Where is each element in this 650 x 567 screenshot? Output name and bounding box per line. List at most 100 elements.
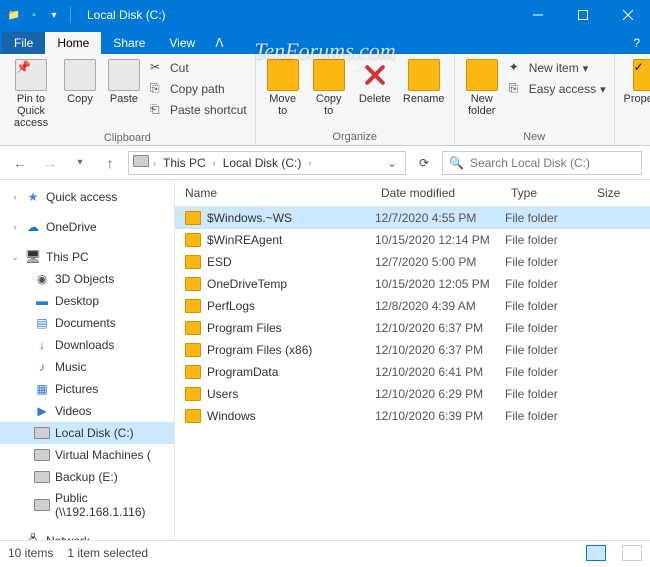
desktop-icon bbox=[34, 293, 50, 309]
forward-button[interactable]: → bbox=[38, 151, 62, 175]
file-row[interactable]: Windows12/10/2020 6:39 PMFile folder bbox=[175, 405, 650, 427]
ribbon-collapse-button[interactable]: ᐱ bbox=[207, 32, 231, 54]
easy-access-button[interactable]: ⎘Easy access ▾ bbox=[507, 80, 608, 98]
nav-3d-objects[interactable]: 3D Objects bbox=[0, 268, 174, 290]
move-to-button[interactable]: Move to bbox=[262, 57, 304, 119]
column-name[interactable]: Name bbox=[185, 186, 381, 200]
file-date: 12/10/2020 6:37 PM bbox=[375, 343, 505, 357]
column-type[interactable]: Type bbox=[511, 186, 597, 200]
nav-network[interactable]: ›Network bbox=[0, 530, 174, 540]
view-details-button[interactable] bbox=[586, 545, 606, 561]
nav-label: Backup (E:) bbox=[55, 470, 118, 484]
rename-button[interactable]: Rename bbox=[400, 57, 448, 107]
address-bar[interactable]: › This PC › Local Disk (C:) › ⌄ bbox=[128, 151, 406, 175]
nav-label: Quick access bbox=[46, 190, 117, 204]
status-item-count: 10 items bbox=[8, 546, 53, 560]
file-row[interactable]: ProgramData12/10/2020 6:41 PMFile folder bbox=[175, 361, 650, 383]
new-item-icon: ✦ bbox=[509, 60, 525, 76]
cloud-icon bbox=[25, 219, 41, 235]
chevron-icon[interactable]: › bbox=[211, 158, 218, 168]
pin-quick-access-button[interactable]: 📌 Pin to Quick access bbox=[6, 57, 56, 131]
nav-local-disk[interactable]: Local Disk (C:) bbox=[0, 422, 174, 444]
tab-share[interactable]: Share bbox=[101, 32, 157, 54]
copy-button[interactable]: Copy bbox=[60, 57, 100, 107]
move-to-icon bbox=[267, 59, 299, 91]
file-name: ESD bbox=[207, 255, 232, 269]
file-row[interactable]: $WinREAgent10/15/2020 12:14 PMFile folde… bbox=[175, 229, 650, 251]
nav-videos[interactable]: Videos bbox=[0, 400, 174, 422]
column-headers: Name Date modified Type Size bbox=[175, 180, 650, 207]
column-size[interactable]: Size bbox=[597, 186, 650, 200]
nav-public-share[interactable]: Public (\\192.168.1.116) bbox=[0, 488, 174, 522]
address-bar-row: ← → ▾ ↑ › This PC › Local Disk (C:) › ⌄ … bbox=[0, 146, 650, 180]
file-row[interactable]: ESD12/7/2020 5:00 PMFile folder bbox=[175, 251, 650, 273]
view-large-icons-button[interactable] bbox=[622, 545, 642, 561]
breadcrumb-local-disk[interactable]: Local Disk (C:) bbox=[220, 156, 305, 170]
address-dropdown[interactable]: ⌄ bbox=[383, 156, 401, 170]
nav-label: Documents bbox=[55, 316, 116, 330]
properties-button[interactable]: ✓ Properties bbox=[621, 57, 650, 107]
folder-icon bbox=[185, 211, 201, 225]
up-button[interactable]: ↑ bbox=[98, 151, 122, 175]
copy-path-icon: ⎘ bbox=[150, 81, 166, 97]
recent-dropdown[interactable]: ▾ bbox=[68, 151, 92, 175]
nav-downloads[interactable]: Downloads bbox=[0, 334, 174, 356]
nav-quick-access[interactable]: ›Quick access bbox=[0, 186, 174, 208]
tab-view[interactable]: View bbox=[157, 32, 207, 54]
nav-documents[interactable]: Documents bbox=[0, 312, 174, 334]
copy-to-button[interactable]: Copy to bbox=[308, 57, 350, 119]
file-date: 10/15/2020 12:14 PM bbox=[375, 233, 505, 247]
documents-icon bbox=[34, 315, 50, 331]
nav-this-pc[interactable]: ⌄This PC bbox=[0, 246, 174, 268]
minimize-button[interactable] bbox=[515, 0, 560, 30]
maximize-button[interactable] bbox=[560, 0, 605, 30]
paste-shortcut-button[interactable]: ⎗Paste shortcut bbox=[148, 101, 249, 119]
nav-label: Local Disk (C:) bbox=[55, 426, 134, 440]
copy-path-button[interactable]: ⎘Copy path bbox=[148, 80, 249, 98]
new-folder-button[interactable]: New folder bbox=[461, 57, 503, 119]
file-type: File folder bbox=[505, 387, 591, 401]
nav-music[interactable]: Music bbox=[0, 356, 174, 378]
nav-desktop[interactable]: Desktop bbox=[0, 290, 174, 312]
new-item-button[interactable]: ✦New item ▾ bbox=[507, 59, 608, 77]
file-type: File folder bbox=[505, 321, 591, 335]
nav-label: Public (\\192.168.1.116) bbox=[55, 491, 168, 519]
move-to-label: Move to bbox=[269, 93, 296, 117]
file-row[interactable]: OneDriveTemp10/15/2020 12:05 PMFile fold… bbox=[175, 273, 650, 295]
easy-access-label: Easy access bbox=[529, 82, 596, 96]
file-row[interactable]: $Windows.~WS12/7/2020 4:55 PMFile folder bbox=[175, 207, 650, 229]
nav-onedrive[interactable]: ›OneDrive bbox=[0, 216, 174, 238]
qat-save-icon[interactable]: ▫ bbox=[26, 7, 42, 23]
tab-file[interactable]: File bbox=[2, 32, 45, 54]
file-row[interactable]: Program Files (x86)12/10/2020 6:37 PMFil… bbox=[175, 339, 650, 361]
chevron-icon[interactable]: › bbox=[306, 158, 313, 168]
ribbon-group-open: ✓ Properties ▭Open ▾ ✎Edit 🕐History Open bbox=[615, 54, 650, 145]
file-row[interactable]: Users12/10/2020 6:29 PMFile folder bbox=[175, 383, 650, 405]
search-input[interactable]: 🔍 Search Local Disk (C:) bbox=[442, 151, 642, 175]
file-type: File folder bbox=[505, 409, 591, 423]
file-row[interactable]: PerfLogs12/8/2020 4:39 AMFile folder bbox=[175, 295, 650, 317]
file-name: Windows bbox=[207, 409, 256, 423]
nav-backup[interactable]: Backup (E:) bbox=[0, 466, 174, 488]
qat-dropdown-icon[interactable]: ▾ bbox=[46, 7, 62, 23]
tab-home[interactable]: Home bbox=[45, 32, 101, 54]
file-date: 12/8/2020 4:39 AM bbox=[375, 299, 505, 313]
chevron-icon[interactable]: › bbox=[151, 158, 158, 168]
cut-button[interactable]: ✂Cut bbox=[148, 59, 249, 77]
back-button[interactable]: ← bbox=[8, 151, 32, 175]
delete-button[interactable]: Delete bbox=[354, 57, 396, 107]
refresh-button[interactable]: ⟳ bbox=[412, 151, 436, 175]
close-button[interactable] bbox=[605, 0, 650, 30]
search-placeholder: Search Local Disk (C:) bbox=[470, 156, 590, 170]
file-row[interactable]: Program Files12/10/2020 6:37 PMFile fold… bbox=[175, 317, 650, 339]
paste-button[interactable]: Paste bbox=[104, 57, 144, 107]
breadcrumb-this-pc[interactable]: This PC bbox=[160, 156, 209, 170]
pictures-icon bbox=[34, 381, 50, 397]
nav-virtual-machines[interactable]: Virtual Machines ( bbox=[0, 444, 174, 466]
help-button[interactable]: ? bbox=[623, 32, 650, 54]
folder-icon bbox=[185, 343, 201, 357]
nav-pictures[interactable]: Pictures bbox=[0, 378, 174, 400]
new-item-label: New item bbox=[529, 61, 579, 75]
column-date[interactable]: Date modified bbox=[381, 186, 511, 200]
paste-shortcut-icon: ⎗ bbox=[150, 102, 166, 118]
